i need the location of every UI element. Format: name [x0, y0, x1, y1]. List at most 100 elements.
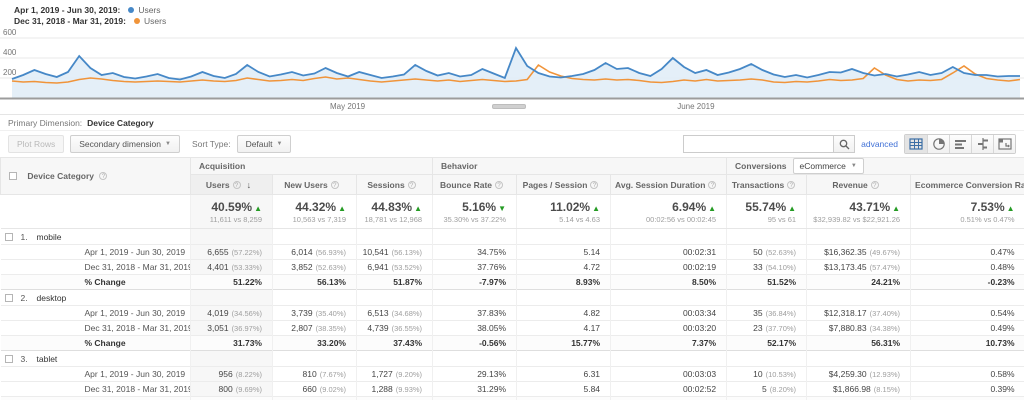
metric-value-cell: 4,739(36.55%) — [357, 321, 433, 336]
metric-value-cell: 22.73% — [273, 397, 357, 400]
metric-value-cell: 34.75% — [433, 245, 517, 260]
metric-value: 24.21% — [871, 277, 900, 287]
column-header-sessions[interactable]: Sessions? — [357, 175, 433, 195]
help-icon[interactable]: ? — [99, 172, 107, 180]
share-of-total: (8.22%) — [236, 370, 262, 379]
metric-value-cell: 10.73% — [911, 336, 1024, 351]
pivot-view-button[interactable] — [993, 135, 1015, 153]
share-of-total: (53.33%) — [232, 263, 262, 272]
column-header-bounce-rate[interactable]: Bounce Rate? — [433, 175, 517, 195]
chevron-down-icon: ▼ — [165, 141, 171, 147]
metric-value: 33 — [753, 262, 762, 272]
column-header-users[interactable]: Users?↓ — [191, 175, 273, 195]
column-label: New Users — [284, 180, 327, 190]
date-range-row: Apr 1, 2019 - Jun 30, 20194,019(34.56%)3… — [1, 306, 1024, 321]
metric-value: 50 — [753, 247, 762, 257]
metric-value-cell: 0.48% — [911, 260, 1024, 275]
performance-view-button[interactable] — [949, 135, 971, 153]
metric-value-cell: 1,288(9.93%) — [357, 382, 433, 397]
summary-percent: 55.74%▲ — [731, 200, 796, 214]
metric-value-cell: 4.72 — [517, 260, 611, 275]
device-group-row-tablet: 3.tablet — [1, 351, 1024, 367]
metric-group-band: Device Category ? Acquisition Behavior C… — [1, 158, 1024, 175]
band-acquisition: Acquisition — [191, 158, 433, 175]
help-icon[interactable]: ? — [871, 181, 879, 189]
metric-value-cell: 37.43% — [357, 336, 433, 351]
chart-x-axis-labels: May 2019June 2019 — [0, 102, 1024, 114]
row-checkbox[interactable] — [5, 355, 13, 363]
metric-value: 31.29% — [477, 384, 506, 394]
arrow-up-icon: ▲ — [788, 204, 796, 213]
column-header-ecommerce-conversion-rate[interactable]: Ecommerce Conversion Rate? — [911, 175, 1024, 195]
legend-date-range: Apr 1, 2019 - Jun 30, 2019: — [14, 5, 120, 15]
column-header-device-category[interactable]: Device Category ? — [1, 158, 191, 195]
metric-value: 00:03:20 — [683, 323, 716, 333]
sort-type-dropdown[interactable]: Default ▼ — [237, 135, 292, 153]
primary-dimension-value[interactable]: Device Category — [87, 118, 154, 128]
date-range-row: Dec 31, 2018 - Mar 31, 20193,051(36.97%)… — [1, 321, 1024, 336]
band-behavior: Behavior — [433, 158, 727, 175]
search-icon — [839, 139, 850, 150]
row-checkbox[interactable] — [5, 233, 13, 241]
metric-value-cell: $4,259.30(12.93%) — [807, 367, 911, 382]
metric-value: 660 — [303, 384, 317, 394]
arrow-up-icon: ▲ — [338, 204, 346, 213]
empty-cell — [191, 290, 273, 306]
percentage-view-button[interactable] — [927, 135, 949, 153]
plot-rows-button[interactable]: Plot Rows — [8, 135, 64, 153]
metric-value-cell: 31.29% — [433, 382, 517, 397]
chart-scrollbar[interactable] — [492, 104, 526, 109]
metric-value: 31.73% — [233, 338, 262, 348]
metric-value-cell: 10(10.53%) — [727, 367, 807, 382]
search-button[interactable] — [833, 135, 855, 153]
metric-value-cell: 56.13% — [273, 275, 357, 290]
metric-value: 51.22% — [233, 277, 262, 287]
search-input[interactable] — [683, 135, 833, 153]
metric-value-cell: 49.16% — [911, 397, 1024, 400]
sort-type-label: Sort Type: — [192, 139, 231, 149]
conversions-goal-dropdown[interactable]: eCommerce ▼ — [793, 158, 864, 174]
metric-value: 4.17 — [583, 323, 600, 333]
help-icon[interactable]: ? — [495, 181, 503, 189]
column-label: Revenue — [832, 180, 867, 190]
metric-value-cell: $1,866.98(8.15%) — [807, 382, 911, 397]
column-header-new-users[interactable]: New Users? — [273, 175, 357, 195]
metric-value: 37.83% — [477, 308, 506, 318]
help-icon[interactable]: ? — [590, 181, 598, 189]
secondary-dimension-button[interactable]: Secondary dimension ▼ — [70, 135, 180, 153]
empty-cell — [357, 351, 433, 367]
metric-value: 5.84 — [583, 384, 600, 394]
sort-type-value: Default — [246, 139, 273, 149]
metric-value-cell: 4,401(53.33%) — [191, 260, 273, 275]
column-header-revenue[interactable]: Revenue? — [807, 175, 911, 195]
legend-dot-orange-icon — [134, 18, 140, 24]
help-icon[interactable]: ? — [708, 181, 716, 189]
metric-value-cell: 00:02:19 — [611, 260, 727, 275]
metric-value: 4.72 — [583, 262, 600, 272]
data-table-view-button[interactable] — [905, 135, 927, 153]
comparison-view-button[interactable] — [971, 135, 993, 153]
help-icon[interactable]: ? — [233, 181, 241, 189]
x-axis-month-label: June 2019 — [677, 102, 714, 111]
metric-value: 1,727 — [371, 369, 392, 379]
metric-value-cell: 00:03:34 — [611, 306, 727, 321]
metric-value-cell: 38.05% — [433, 321, 517, 336]
select-all-checkbox[interactable] — [9, 172, 17, 180]
column-header-avg-session-duration[interactable]: Avg. Session Duration? — [611, 175, 727, 195]
summary-comparison-values: 11,611 vs 8,259 — [195, 215, 262, 224]
metric-value-cell: $12,318.17(37.40%) — [807, 306, 911, 321]
metric-value: 6,513 — [367, 308, 388, 318]
summary-metric-cell: 55.74%▲95 vs 61 — [727, 195, 807, 229]
advanced-search-link[interactable]: advanced — [861, 139, 898, 149]
column-header-pages-session[interactable]: Pages / Session? — [517, 175, 611, 195]
metric-value-cell: $16,362.35(49.67%) — [807, 245, 911, 260]
help-icon[interactable]: ? — [408, 181, 416, 189]
row-checkbox[interactable] — [5, 294, 13, 302]
metric-value-cell: 0.39% — [911, 382, 1024, 397]
column-header-transactions[interactable]: Transactions? — [727, 175, 807, 195]
metric-value-cell: 37.83% — [433, 306, 517, 321]
metric-value: 810 — [303, 369, 317, 379]
summary-percent: 7.53%▲ — [915, 200, 1015, 214]
help-icon[interactable]: ? — [787, 181, 795, 189]
help-icon[interactable]: ? — [331, 181, 339, 189]
